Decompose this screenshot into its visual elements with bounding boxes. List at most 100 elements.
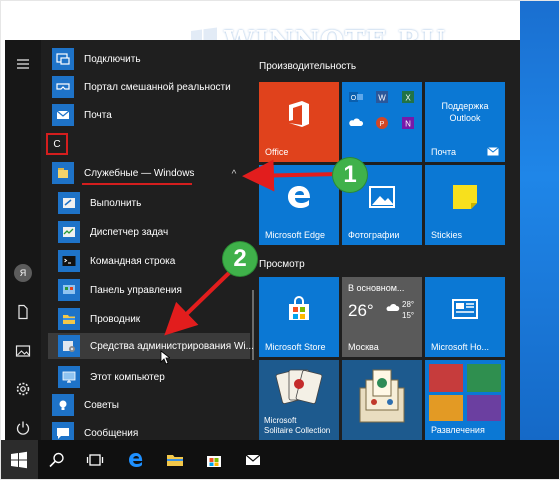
tile-office-group[interactable]: O W X P N (342, 82, 422, 162)
list-item-explorer[interactable]: Проводник (58, 306, 252, 332)
task-view-icon[interactable] (76, 440, 114, 480)
mail-icon[interactable] (234, 440, 272, 480)
tile-label: Stickies (431, 230, 463, 240)
run-icon (58, 192, 80, 214)
command-prompt-icon (58, 250, 80, 272)
this-pc-icon (58, 366, 80, 388)
onenote-icon: N (396, 111, 420, 135)
svg-text:X: X (405, 94, 411, 103)
weather-high: 28° (402, 300, 415, 309)
list-item-run[interactable]: Выполнить (58, 190, 252, 216)
stickies-icon (425, 165, 505, 229)
list-item-label: Советы (84, 399, 119, 411)
office-icon (259, 82, 339, 146)
tile-solitaire[interactable]: Microsoft Solitaire Collection (259, 360, 339, 440)
list-item-label: Средства администрирования Wi... (90, 340, 254, 352)
tile-outlook-support-text: Поддержка Outlook (425, 100, 505, 124)
mahjong-icon (359, 369, 405, 423)
list-item-tips[interactable]: Советы (52, 392, 252, 418)
mouse-cursor-icon (160, 350, 170, 365)
weather-low: 15° (402, 311, 415, 320)
avatar: Я (14, 264, 32, 282)
tile-label: Фотографии (348, 230, 400, 240)
store-icon (259, 277, 339, 341)
onedrive-icon (344, 111, 368, 135)
tile-label: Microsoft Edge (265, 230, 326, 240)
connect-icon (52, 48, 74, 70)
step-badge-1: 1 (333, 158, 367, 192)
list-item-label: Служебные — Windows (84, 167, 195, 179)
search-icon[interactable] (38, 440, 76, 480)
pictures-icon[interactable] (5, 336, 41, 366)
user-icon[interactable]: Я (5, 258, 41, 288)
tile-weather[interactable]: В основном... 26° 28° 15° Москва (342, 277, 422, 357)
tile-solitaire-text: Microsoft Solitaire Collection (264, 416, 330, 436)
list-item-this-pc[interactable]: Этот компьютер (58, 364, 252, 390)
weather-header: В основном... (348, 283, 405, 293)
desktop-background (520, 0, 560, 440)
tile-text-line: Solitaire Collection (264, 426, 331, 435)
folder-icon (52, 162, 74, 184)
list-item-control-panel[interactable]: Панель управления (58, 277, 252, 303)
list-item-label: Проводник (90, 313, 141, 325)
section-title-browse: Просмотр (259, 259, 305, 270)
edge-icon[interactable] (117, 440, 155, 480)
powerpoint-icon: P (370, 111, 394, 135)
tile-entertainment[interactable]: Развлечения (425, 360, 505, 440)
weather-temperature: 26° (348, 301, 374, 320)
tile-store[interactable]: Microsoft Store (259, 277, 339, 357)
chevron-up-icon[interactable]: ^ (228, 168, 240, 180)
tile-label: Москва (348, 342, 379, 352)
list-item-label: Выполнить (90, 197, 142, 209)
list-item-mixed-reality[interactable]: Портал смешанной реальности (52, 74, 252, 100)
file-explorer-icon[interactable] (156, 440, 194, 480)
tile-text-line: Outlook (449, 113, 481, 123)
svg-text:O: O (351, 95, 357, 102)
explorer-icon (58, 308, 80, 330)
tile-text-line: Microsoft (264, 416, 297, 425)
list-item-label: Почта (84, 109, 112, 121)
screenshot: WINNOTE.RU Я Подключить Портал смешанной… (0, 0, 560, 480)
tile-label: Microsoft Store (265, 342, 326, 352)
svg-text:P: P (380, 121, 385, 128)
tips-icon (52, 394, 74, 416)
list-item-admin-tools[interactable]: Средства администрирования Wi... (48, 333, 254, 359)
store-icon[interactable] (195, 440, 233, 480)
tile-stickies[interactable]: Stickies (425, 165, 505, 245)
hamburger-icon[interactable] (5, 49, 41, 79)
settings-icon[interactable] (5, 374, 41, 404)
tile-outlook-support[interactable]: Поддержка Outlook Почта (425, 82, 505, 162)
document-icon[interactable] (5, 297, 41, 327)
list-item-label: Этот компьютер (90, 371, 165, 383)
task-manager-icon (58, 221, 80, 243)
cards-icon (275, 369, 323, 404)
admin-tools-icon (58, 335, 80, 357)
tile-label: Office (265, 147, 289, 157)
start-rail: Я (5, 40, 41, 440)
tile-label: Microsoft Ho... (431, 342, 490, 352)
windows-start-icon[interactable] (0, 440, 38, 480)
entertainment-thumbnail (467, 395, 501, 421)
tile-mahjong[interactable] (342, 360, 422, 440)
tile-home[interactable]: Microsoft Ho... (425, 277, 505, 357)
home-icon (425, 277, 505, 341)
tile-office[interactable]: Office (259, 82, 339, 162)
list-item-label: Командная строка (90, 255, 176, 267)
edge-icon (259, 165, 339, 229)
letter-header[interactable]: С (46, 133, 68, 155)
entertainment-thumbnail (429, 395, 463, 421)
outlook-icon: O (344, 85, 368, 109)
mixed-reality-icon (52, 76, 74, 98)
tile-edge[interactable]: Microsoft Edge (259, 165, 339, 245)
svg-text:W: W (378, 94, 386, 103)
list-item-task-manager[interactable]: Диспетчер задач (58, 219, 252, 245)
control-panel-icon (58, 279, 80, 301)
list-item-label: Панель управления (90, 284, 182, 296)
entertainment-thumbnail (429, 364, 463, 392)
tile-text-line: Поддержка (441, 101, 489, 111)
power-icon[interactable] (5, 413, 41, 443)
cloud-icon (386, 304, 400, 311)
mail-icon (52, 104, 74, 126)
list-item-connect[interactable]: Подключить (52, 46, 252, 72)
list-item-mail[interactable]: Почта (52, 102, 252, 128)
